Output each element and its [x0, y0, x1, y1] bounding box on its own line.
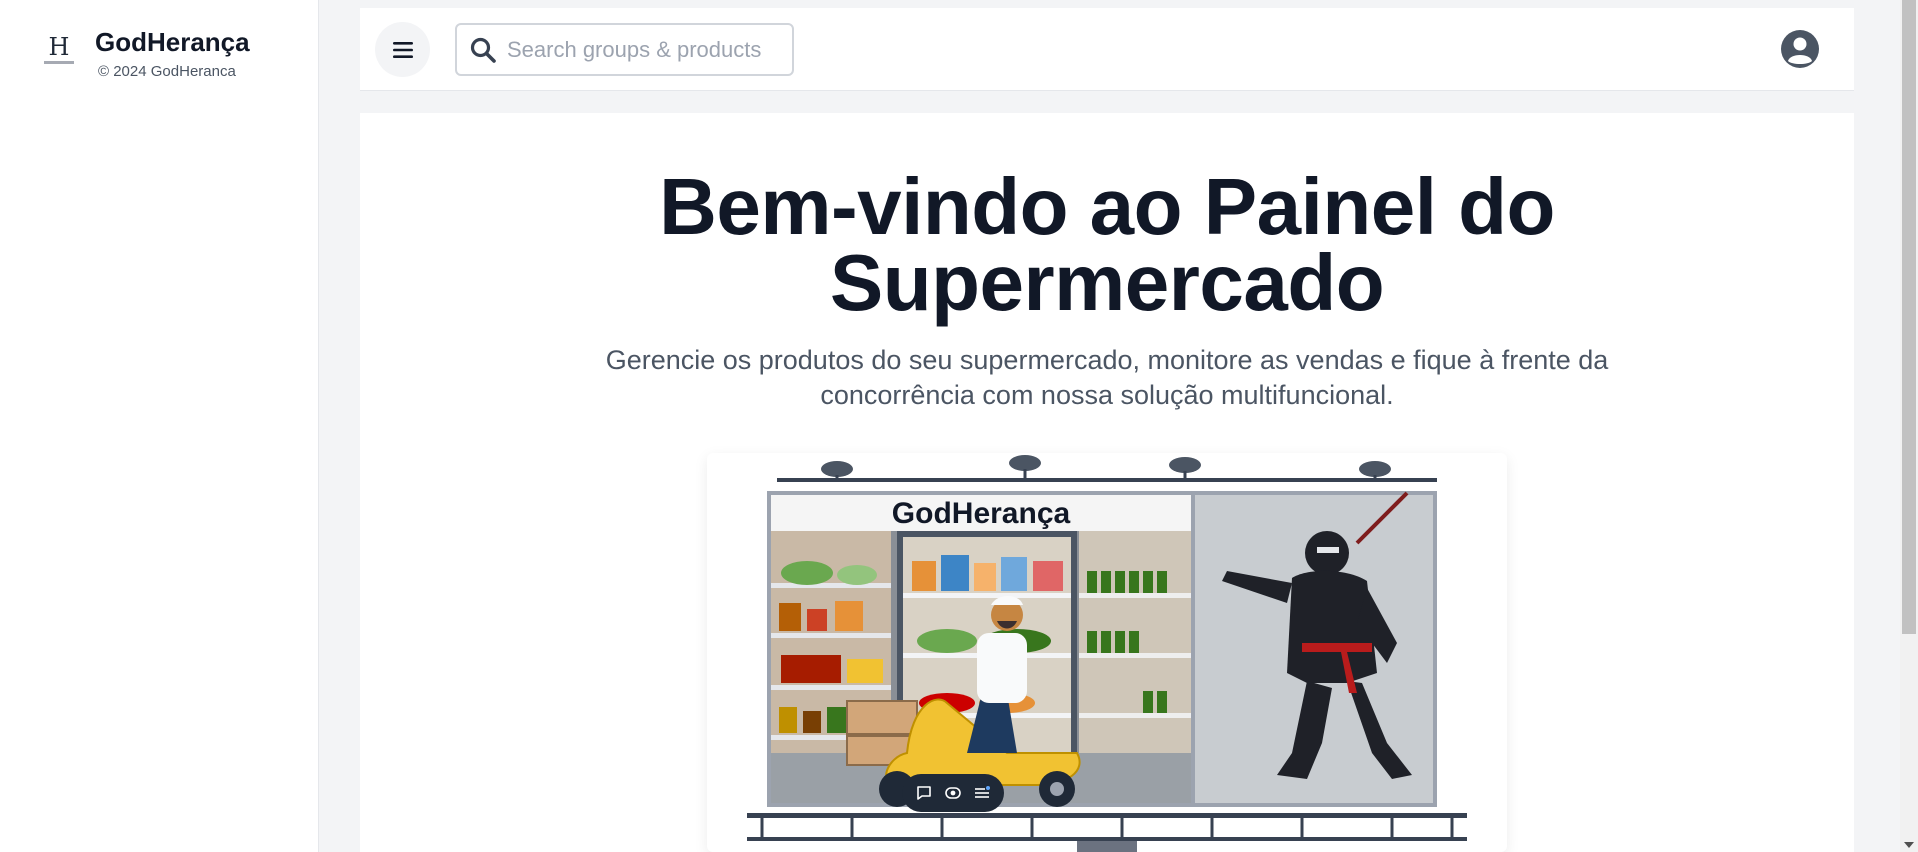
hamburger-menu-icon [392, 41, 413, 58]
billboard-caption: GodHerança [892, 497, 1071, 530]
user-profile-button[interactable] [1780, 29, 1820, 69]
page-scrollbar[interactable] [1900, 0, 1918, 852]
image-toolbar [902, 774, 1004, 812]
top-bar [360, 8, 1854, 91]
search-field[interactable] [455, 23, 794, 76]
page-title-line-1: Bem-vindo ao Painel do [659, 162, 1555, 251]
main-panel: Bem-vindo ao Painel do Supermercado Gere… [360, 113, 1854, 852]
search-input[interactable] [507, 36, 777, 63]
comment-icon[interactable] [915, 784, 933, 802]
scroll-down-arrow-icon[interactable] [1904, 842, 1914, 848]
page-subtitle: Gerencie os produtos do seu supermercado… [605, 345, 1609, 410]
godheranca-logo-icon: H [40, 28, 78, 66]
brand[interactable]: H GodHerança © 2024 GodHeranca [40, 28, 250, 80]
user-avatar-icon [1781, 30, 1819, 68]
brand-name: GodHerança [95, 27, 250, 57]
list-settings-icon[interactable] [973, 784, 991, 802]
view-icon[interactable] [944, 784, 962, 802]
page-title: Bem-vindo ao Painel do Supermercado [360, 162, 1854, 327]
billboard-illustration: GodHerança [747, 455, 1467, 852]
sidebar: H GodHerança © 2024 GodHeranca [0, 0, 319, 852]
page-title-line-2: Supermercado [829, 238, 1385, 327]
menu-button[interactable] [375, 22, 430, 77]
hero-image: GodHerança [707, 453, 1507, 852]
scrollbar-thumb[interactable] [1902, 0, 1916, 634]
copyright-text: © 2024 GodHeranca [98, 62, 236, 80]
search-icon [470, 37, 496, 63]
